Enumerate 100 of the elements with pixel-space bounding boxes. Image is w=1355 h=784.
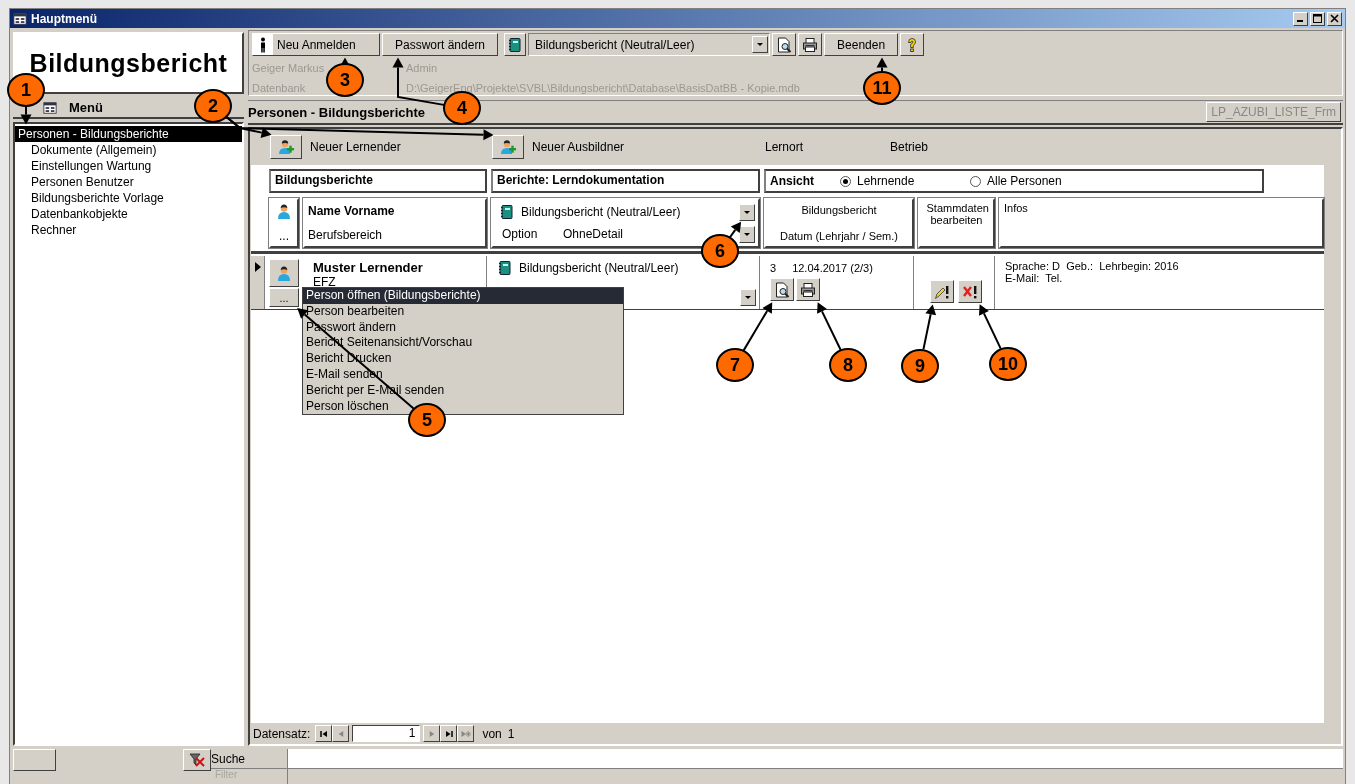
report-count: 3 [770, 262, 777, 274]
menu-item[interactable]: Rechner [15, 222, 242, 238]
radio-button[interactable] [840, 175, 851, 187]
pointer-arrow [876, 57, 888, 72]
record-label: Datensatz: [253, 726, 311, 741]
edit-button[interactable] [930, 280, 954, 303]
info-text: Sprache: D Geb.: Lehrbegin: 2016 [1005, 260, 1180, 272]
more-button[interactable]: ... [269, 288, 299, 307]
form-name-label: LP_AZUBI_LISTE_Frm [1206, 102, 1341, 122]
report-name: Bildungsbericht (Neutral/Leer) [521, 205, 682, 219]
pointer-arrow [817, 302, 842, 351]
view-label: Ansicht [770, 174, 815, 188]
toolbar-button[interactable]: Passwort ändern [382, 33, 499, 56]
database-label: Datenbank [252, 81, 306, 94]
column-header: Berufsbereich [308, 228, 384, 242]
column-header: Name Vorname [308, 204, 396, 218]
user-name: Geiger Markus [252, 61, 325, 74]
context-menu-item[interactable]: Person öffnen (Bildungsberichte) [303, 288, 623, 304]
minimize-button[interactable] [1293, 11, 1308, 26]
toolbar-button[interactable]: Beenden [824, 33, 899, 56]
field-label: Betrieb [890, 140, 929, 154]
database-path: D:\GeigerEng\Projekte\SVBL\Bildungsbericht\Database\BasisDatBB - Kopie.mdb [406, 81, 800, 94]
dropdown-button[interactable] [740, 288, 756, 306]
pointer-arrow [742, 302, 773, 352]
menu-item[interactable]: Datenbankobjekte [15, 206, 242, 222]
record-total: 1 [507, 726, 515, 741]
add-person-button[interactable] [270, 135, 302, 159]
menu-item[interactable]: Personen Benutzer [15, 174, 242, 190]
print-button[interactable] [796, 278, 820, 301]
preview-button[interactable] [770, 278, 794, 301]
menu-item[interactable]: Einstellungen Wartung [15, 158, 242, 174]
maximize-button[interactable] [1310, 11, 1325, 26]
filter-clear-icon [189, 752, 205, 768]
column-header: Bildungsbericht [801, 204, 877, 216]
help-button[interactable] [900, 33, 925, 56]
pointer-arrow [20, 106, 32, 125]
pencil-alert-icon [934, 283, 950, 300]
column-header: Stammdaten bearbeiten [926, 202, 987, 226]
info-text: E-Mail: Tel. [1005, 272, 1064, 284]
last-record-button[interactable] [440, 725, 458, 742]
blank-button[interactable] [13, 749, 56, 771]
form-icon [13, 11, 27, 26]
radio-button[interactable] [970, 175, 981, 187]
option-label: Option [501, 227, 539, 241]
toolbar-button[interactable]: Neu Anmelden [252, 33, 380, 56]
column-header: Datum (Lehrjahr / Sem.) [780, 230, 898, 242]
record-selector[interactable] [251, 256, 265, 309]
window-title: Hauptmenü [31, 11, 97, 26]
search-label: Suche [211, 749, 287, 769]
pointer-arrow [922, 304, 937, 351]
menu-title: Menü [69, 100, 103, 115]
report-date: 12.04.2017 (2/3) [792, 262, 873, 274]
record-number-field[interactable]: 1 [352, 725, 421, 742]
delete-button[interactable] [958, 280, 982, 303]
preview-icon [776, 36, 793, 53]
user-role: Admin [406, 61, 438, 74]
delete-alert-icon [962, 283, 978, 300]
pointer-arrow [728, 221, 742, 239]
add-person-icon [278, 139, 294, 155]
person-name: Muster Lernender [313, 260, 424, 275]
search-field[interactable] [288, 749, 1343, 769]
print-button[interactable] [798, 33, 823, 56]
add-person-icon [500, 139, 516, 155]
action-label: Neuer Ausbildner [532, 140, 625, 154]
section-title: Personen - Bildungsberichte [248, 104, 425, 120]
record-of-label: von [482, 726, 502, 741]
printer-icon [802, 36, 819, 53]
add-person-button[interactable] [492, 135, 524, 159]
preview-icon [774, 281, 790, 298]
group-header: Berichte: Lerndokumentation [491, 169, 760, 193]
preview-button[interactable] [772, 33, 797, 56]
maximize-icon [1313, 14, 1322, 23]
action-label: Neuer Lernender [310, 140, 401, 154]
dropdown-button[interactable] [739, 225, 755, 243]
person-icon [276, 203, 292, 219]
close-button[interactable] [1327, 11, 1342, 26]
printer-icon [800, 281, 816, 298]
avatar-button[interactable] [269, 259, 299, 287]
pointer-arrow [978, 304, 1002, 350]
group-header: Bildungsberichte [269, 169, 487, 193]
radio-option[interactable]: Lehrnende [840, 174, 970, 188]
context-menu-item[interactable]: Person bearbeiten [303, 303, 623, 320]
radio-option[interactable]: Alle Personen [970, 174, 1062, 188]
person-icon [276, 265, 292, 281]
menu-item[interactable]: Bildungsberichte Vorlage [15, 190, 242, 206]
column-header: Infos [1004, 202, 1028, 214]
form-icon [43, 100, 57, 115]
option-value: OhneDetail [563, 227, 625, 241]
notebook-icon [499, 204, 515, 220]
close-icon [1330, 14, 1339, 23]
menu-item[interactable]: Dokumente (Allgemein) [15, 142, 242, 158]
dropdown-button[interactable] [739, 203, 755, 221]
report-name: Bildungsbericht (Neutral/Leer) [519, 261, 680, 275]
dropdown-button[interactable] [752, 36, 769, 53]
notebook-icon [497, 260, 513, 276]
first-record-button[interactable] [315, 725, 333, 742]
report-dropdown[interactable]: Bildungsbericht (Neutral/Leer) [528, 33, 771, 56]
field-label: Lernort [765, 140, 805, 154]
more-label: ... [279, 229, 289, 243]
clear-filter-button[interactable] [183, 749, 211, 771]
